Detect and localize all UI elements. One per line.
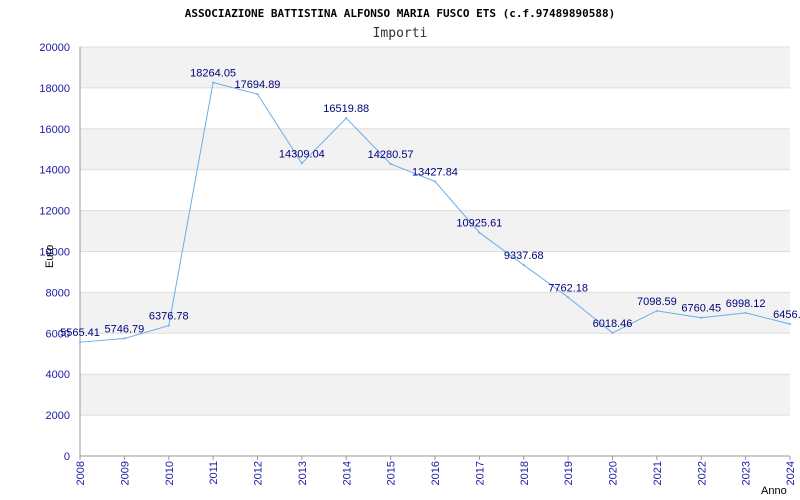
data-label: 9337.68 — [504, 250, 544, 262]
y-axis-title: Euro — [44, 245, 56, 268]
line-chart: 0200040006000800010000120001400016000180… — [39, 7, 800, 497]
data-point — [700, 316, 703, 319]
data-label: 14309.04 — [279, 148, 325, 160]
x-tick-label: 2017 — [474, 461, 486, 485]
y-tick-label: 2000 — [46, 410, 70, 422]
data-label: 17694.89 — [235, 79, 281, 91]
x-tick-label: 2020 — [608, 461, 620, 485]
y-tick-label: 4000 — [46, 369, 70, 381]
x-tick-label: 2011 — [208, 461, 220, 485]
data-label: 16519.88 — [323, 103, 369, 115]
data-point — [611, 331, 614, 334]
x-tick-label: 2013 — [297, 461, 309, 485]
data-point — [389, 162, 392, 165]
data-label: 5746.79 — [104, 323, 144, 335]
data-label: 14280.57 — [368, 149, 414, 161]
x-tick-label: 2021 — [652, 461, 664, 485]
data-point — [789, 322, 791, 325]
x-tick-label: 2015 — [386, 461, 398, 485]
data-label: 5565.41 — [60, 327, 100, 339]
y-tick-label: 14000 — [39, 165, 70, 177]
x-tick-label: 2012 — [253, 461, 265, 485]
data-point — [256, 93, 259, 96]
data-label: 18264.05 — [190, 68, 236, 80]
data-point — [123, 337, 126, 340]
y-tick-label: 20000 — [39, 42, 70, 54]
chart-subtitle: Importi — [373, 26, 428, 41]
data-point — [655, 309, 658, 312]
chart-title: ASSOCIAZIONE BATTISTINA ALFONSO MARIA FU… — [185, 7, 615, 20]
data-label: 6018.46 — [593, 318, 633, 330]
x-tick-labels: 2008 2009 2010 2011 2012 2013 2014 2015 2016 2017… — [75, 456, 797, 485]
y-tick-label: 8000 — [46, 287, 70, 299]
x-tick-label: 2016 — [430, 461, 442, 485]
x-tick-label: 2009 — [119, 461, 131, 485]
data-point — [478, 231, 481, 234]
y-tick-label: 18000 — [39, 83, 70, 95]
data-point — [167, 324, 170, 327]
x-tick-label: 2014 — [341, 461, 353, 485]
y-tick-label: 16000 — [39, 124, 70, 136]
data-label: 6998.12 — [726, 298, 766, 310]
data-point — [744, 311, 747, 314]
x-tick-label: 2018 — [519, 461, 531, 485]
y-tick-label: 0 — [64, 451, 70, 463]
data-label: 6376.78 — [149, 311, 189, 323]
x-tick-label: 2008 — [75, 461, 87, 485]
x-tick-label: 2019 — [563, 461, 575, 485]
data-label: 13427.84 — [412, 166, 458, 178]
data-point — [79, 341, 81, 344]
x-axis-title: Anno — [761, 485, 787, 497]
data-label: 10925.61 — [456, 218, 502, 230]
x-tick-label: 2023 — [741, 461, 753, 485]
data-point — [522, 264, 525, 267]
x-tick-label: 2022 — [696, 461, 708, 485]
data-label: 7098.59 — [637, 296, 677, 308]
data-point — [567, 296, 570, 299]
data-label: 6456.8 — [773, 309, 800, 321]
x-tick-label: 2010 — [164, 461, 176, 485]
data-point — [300, 162, 303, 165]
data-label: 6760.45 — [681, 303, 721, 315]
y-tick-label: 12000 — [39, 206, 70, 218]
x-tick-label: 2024 — [785, 461, 797, 485]
data-point — [212, 81, 215, 84]
grid-band — [80, 128, 790, 170]
data-point — [434, 180, 436, 183]
data-label: 7762.18 — [548, 282, 588, 294]
data-point — [345, 117, 348, 120]
grid-band — [80, 47, 790, 88]
grid-band — [80, 374, 790, 416]
